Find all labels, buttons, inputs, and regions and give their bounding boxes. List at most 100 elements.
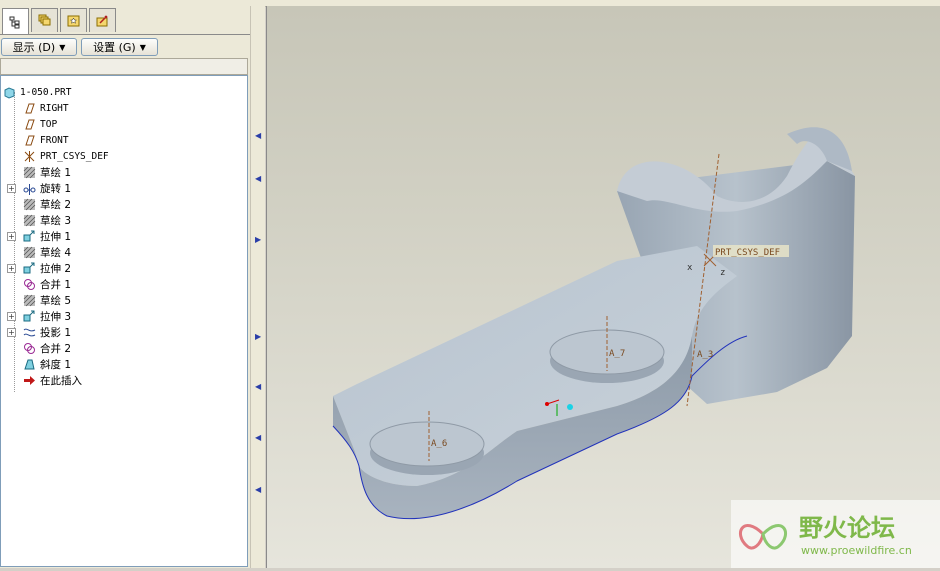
watermark-url: www.proewildfire.cn (801, 544, 912, 557)
tab-favorites[interactable] (60, 8, 87, 32)
expand-plus-icon[interactable]: + (7, 183, 16, 193)
watermark-title: 野火论坛 (799, 514, 895, 542)
tab-model-tree[interactable] (2, 8, 29, 35)
tree-item-label: 旋转 1 (40, 182, 72, 195)
insert-arrow-icon (23, 374, 36, 387)
tree-item-label: 草绘 4 (40, 246, 72, 259)
tree-item-label: 拉伸 2 (40, 262, 72, 275)
datum-plane-icon (23, 118, 36, 131)
settings-menu-button[interactable]: 设置 (G) ▼ (81, 38, 158, 56)
settings-menu-label: 设置 (G) (93, 41, 136, 54)
expand-right-icon[interactable]: ▶ (255, 333, 261, 341)
collapse-left-icon[interactable]: ◀ (255, 383, 261, 391)
expand-plus-icon[interactable]: + (7, 311, 16, 321)
tree-item-label: 草绘 5 (40, 294, 72, 307)
tree-item-label: FRONT (40, 134, 69, 146)
sketch-icon (23, 166, 36, 179)
graphics-viewport[interactable]: PRT_CSYS_DEF x z A_3 A_7 A_6 野火论坛 www.pr… (266, 6, 940, 568)
sketch-icon (23, 246, 36, 259)
expand-right-icon[interactable]: ▶ (255, 236, 261, 244)
tree-item-label: 在此插入 (40, 374, 82, 387)
expand-plus-icon[interactable]: + (7, 263, 16, 273)
show-menu-button[interactable]: 显示 (D) ▼ (1, 38, 77, 56)
tree-item[interactable]: + 投影 1 (7, 324, 72, 340)
spin-center-icon (545, 402, 549, 406)
tree-item[interactable]: FRONT (23, 132, 69, 148)
spin-center-z (567, 404, 573, 410)
expand-plus-icon[interactable]: + (7, 327, 16, 337)
csys-icon (23, 150, 36, 163)
tree-item[interactable]: 在此插入 (23, 372, 82, 388)
tree-item[interactable]: + 拉伸 3 (7, 308, 72, 324)
tree-item[interactable]: 1-050.PRT (3, 84, 71, 100)
chevron-down-icon: ▼ (59, 42, 66, 52)
navigator-tabs (2, 8, 116, 35)
navigator-panel: 显示 (D) ▼ 设置 (G) ▼ 1-050.PRT RIGHT TOP FRONT… (0, 6, 250, 568)
tree-item[interactable]: + 拉伸 2 (7, 260, 72, 276)
sketch-icon (23, 198, 36, 211)
tree-item-label: 1-050.PRT (20, 86, 72, 98)
tools-icon (96, 15, 108, 27)
layers-icon (38, 14, 51, 26)
tree-item-label: 合并 2 (40, 342, 72, 355)
tree-item[interactable]: 草绘 3 (23, 212, 71, 228)
tree-item-label: RIGHT (40, 102, 69, 114)
tree-item[interactable]: 草绘 1 (23, 164, 71, 180)
datum-plane-icon (23, 134, 36, 147)
part-model-render[interactable]: PRT_CSYS_DEF x z A_3 A_7 A_6 (267, 6, 940, 568)
tree-item[interactable]: RIGHT (23, 100, 69, 116)
tree-item[interactable]: PRT_CSYS_DEF (23, 148, 109, 164)
collapse-left-icon[interactable]: ◀ (255, 175, 261, 183)
tree-item[interactable]: 草绘 4 (23, 244, 71, 260)
tree-item-label: 拉伸 1 (40, 230, 72, 243)
projection-icon (23, 326, 36, 339)
tree-item[interactable]: + 拉伸 1 (7, 228, 72, 244)
tree-item[interactable]: 斜度 1 (23, 356, 71, 372)
tab-tools[interactable] (89, 8, 116, 32)
tree-menubar: 显示 (D) ▼ 设置 (G) ▼ (0, 36, 250, 58)
tree-item-label: PRT_CSYS_DEF (40, 150, 109, 162)
tree-item-label: 拉伸 3 (40, 310, 72, 323)
tree-guide-line (14, 92, 15, 392)
tree-item[interactable]: 合并 1 (23, 276, 71, 292)
collapse-left-icon[interactable]: ◀ (255, 132, 261, 140)
chevron-down-icon: ▼ (139, 42, 146, 52)
tab-layers[interactable] (31, 8, 58, 32)
tree-item[interactable]: TOP (23, 116, 57, 132)
model-tree-icon (9, 16, 20, 28)
watermark: 野火论坛 www.proewildfire.cn (731, 500, 940, 568)
csys-x-label: x (687, 263, 693, 273)
tree-item[interactable]: 草绘 5 (23, 292, 71, 308)
extrude-icon (23, 310, 36, 323)
datum-plane-icon (23, 102, 36, 115)
tree-item-label: 草绘 3 (40, 214, 72, 227)
axis-a7-label: A_7 (609, 349, 625, 359)
tree-item-label: 斜度 1 (40, 358, 72, 371)
expand-plus-icon[interactable]: + (7, 231, 16, 241)
extrude-icon (23, 262, 36, 275)
merge-icon (23, 278, 36, 291)
panel-splitter[interactable]: ◀ ◀ ▶ ▶ ◀ ◀ ◀ (250, 6, 265, 568)
show-menu-label: 显示 (D) (12, 41, 56, 54)
tree-item-label: TOP (40, 118, 58, 130)
tree-item[interactable]: 合并 2 (23, 340, 71, 356)
csys-label: PRT_CSYS_DEF (715, 248, 780, 258)
tree-item-label: 合并 1 (40, 278, 72, 291)
star-folder-icon (67, 15, 80, 27)
tree-item[interactable]: 草绘 2 (23, 196, 71, 212)
axis-a6-label: A_6 (431, 439, 447, 449)
tree-item-label: 投影 1 (40, 326, 72, 339)
tree-item[interactable]: + 旋转 1 (7, 180, 72, 196)
tree-item-label: 草绘 1 (40, 166, 72, 179)
collapse-left-icon[interactable]: ◀ (255, 434, 261, 442)
axis-a3-label: A_3 (697, 350, 713, 360)
extrude-icon (23, 230, 36, 243)
sketch-icon (23, 294, 36, 307)
tree-item-label: 草绘 2 (40, 198, 72, 211)
draft-icon (23, 358, 36, 371)
merge-icon (23, 342, 36, 355)
collapse-left-icon[interactable]: ◀ (255, 486, 261, 494)
model-tree: 1-050.PRT RIGHT TOP FRONT PRT_CSYS_DEF 草绘 1 + 旋… (0, 75, 248, 567)
part-icon (3, 86, 16, 99)
tree-column-header (0, 58, 248, 75)
